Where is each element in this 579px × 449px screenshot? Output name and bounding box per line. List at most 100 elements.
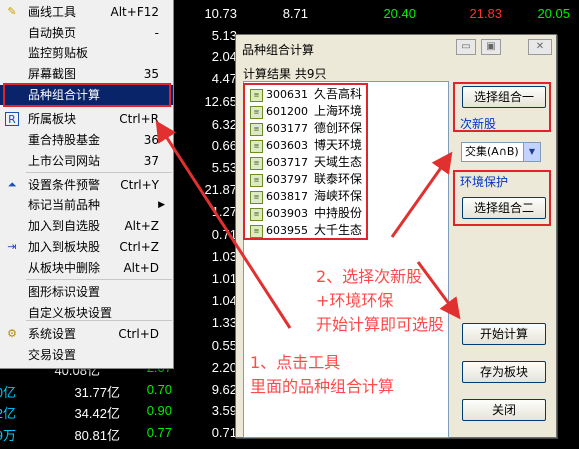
menu-item[interactable]: R 所属板块 Ctrl+R [0,109,173,129]
grid-cell: 0.71 [211,425,237,440]
menu-item-label: 所属板块 [28,112,77,126]
submenu-arrow-icon: ▶ [158,200,165,210]
menu-item-label: 加入到板块股 [28,240,101,254]
select-group1-button[interactable]: 选择组合一 [462,86,546,108]
menu-item-label: 图形标识设置 [28,285,101,299]
grid-cell: 0.70 [146,382,172,397]
menu-item-label: 屏幕截图 [28,67,77,81]
menu-item[interactable]: ⇥ 加入到板块股 Ctrl+Z [0,237,173,257]
grid-cell: 10.73 [204,6,237,21]
grid-cell: 1.04 [211,293,237,308]
grid-cell: 0.66 [211,138,237,153]
menu-item-label: 监控剪贴板 [28,46,89,60]
result-highlight-box [243,83,368,240]
grid-cell: 20.40 [383,6,416,21]
tools-context-menu: ✎ 画线工具 Alt+F12 自动换页 - 监控剪贴板 屏幕截图 35 品种组合计算 R 所属板块 C… [0,0,174,369]
select-group2-button[interactable]: 选择组合二 [462,197,546,219]
add-block-icon: ⇥ [7,240,17,253]
grid-cell: 3.59 [211,403,237,418]
alert-up-icon: ⏶ [7,178,17,191]
step2-text-line2: +环境环保 [316,291,394,310]
chevron-down-icon[interactable]: ▼ [523,143,540,161]
menu-item[interactable]: ✎ 画线工具 Alt+F12 [0,2,173,22]
menu-item-shortcut: 35 [143,67,159,81]
grid-cell: 4.47 [211,71,237,86]
menu-item[interactable]: 监控剪贴板 [0,43,173,63]
grid-cell: 9.62 [211,382,237,397]
grid-cell: 80.81亿 [74,428,120,443]
menu-item-label: 加入到自选股 [28,219,101,233]
menu-item[interactable]: ⏶ 设置条件预警 Ctrl+Y [0,175,173,195]
grid-cell: 21.83 [469,6,502,21]
menu-item[interactable]: 交易设置 [0,345,173,365]
grid-cell: 00亿 [0,385,16,400]
menu-item-label: 系统设置 [28,327,77,341]
menu-item-label: 上市公司网站 [28,154,101,168]
menu-item-label: 从板块中删除 [28,261,101,275]
step2-text-line1: 2、选择次新股 [316,267,423,286]
menu-highlight-box [3,83,171,107]
grid-cell: 12.65 [204,94,237,109]
step1-text-line2: 里面的品种组合计算 [250,377,395,396]
menu-item-label: 自动换页 [28,26,77,40]
menu-item[interactable]: 上市公司网站 37 [0,151,173,171]
menu-item-shortcut: Alt+F12 [110,5,159,19]
menu-item[interactable]: 图形标识设置 [0,282,173,302]
menu-item[interactable]: ⚙ 系统设置 Ctrl+D [0,324,173,344]
menu-item[interactable]: 从板块中删除 Alt+D [0,258,173,278]
grid-cell: 21.87 [204,182,237,197]
combine-mode-select[interactable]: 交集(A∩B) ▼ [461,142,541,162]
grid-cell: 19万 [0,428,16,443]
menu-item-shortcut: Alt+D [123,261,159,275]
grid-cell: 6.32 [211,117,237,132]
step1-text-line1: 1、点击工具 [250,353,341,372]
result-count-label: 计算结果 共9只 [243,67,327,81]
menu-item-shortcut: Ctrl+Z [119,240,159,254]
grid-cell: 8.71 [282,6,308,21]
menu-item-label: 画线工具 [28,5,77,19]
r-icon: R [5,112,19,126]
grid-cell: 2.20 [211,360,237,375]
menu-item-shortcut: Ctrl+Y [120,178,159,192]
grid-cell: 1.27 [211,204,237,219]
menu-item[interactable]: 屏幕截图 35 [0,64,173,84]
menu-separator [26,279,172,280]
menu-item-label: 重合持股基金 [28,133,101,147]
menu-item-shortcut: Ctrl+D [118,327,159,341]
grid-cell: 0.71 [211,227,237,242]
menu-separator [26,320,172,321]
combine-mode-value: 交集(A∩B) [465,145,519,158]
grid-cell: 0.90 [146,403,172,418]
menu-item-shortcut: Ctrl+R [119,112,159,126]
menu-separator [26,172,172,173]
start-calc-button[interactable]: 开始计算 [462,323,546,345]
menu-item-shortcut: 37 [143,154,159,168]
group1-value: 次新股 [460,117,497,131]
pencil-icon: ✎ [7,5,17,18]
step2-text-line3: 开始计算即可选股 [316,315,445,334]
grid-cell: 34.42亿 [74,406,120,421]
grid-cell: 0.55 [211,338,237,353]
menu-item-shortcut: Alt+Z [124,219,159,233]
grid-cell: 1.33 [211,315,237,330]
dialog-title: 品种组合计算 [242,43,315,57]
grid-cell: 0.77 [146,425,172,440]
grid-cell: 1.03 [211,249,237,264]
minimize-icon[interactable]: ▭ [456,39,476,55]
menu-item[interactable]: 自动换页 - [0,23,173,43]
gear-icon: ⚙ [7,327,17,340]
menu-item[interactable]: 加入到自选股 Alt+Z [0,216,173,236]
menu-item-label: 标记当前品种 [28,198,101,212]
save-as-block-button[interactable]: 存为板块 [462,361,546,383]
grid-cell: 2.04 [211,49,237,64]
maximize-icon[interactable]: ▣ [481,39,501,55]
menu-item[interactable]: 重合持股基金 36 [0,130,173,150]
group2-value: 环境保护 [460,175,509,189]
menu-item-shortcut: - [154,26,159,40]
menu-item[interactable]: 标记当前品种 ▶ [0,195,173,215]
menu-item-label: 设置条件预警 [28,178,101,192]
close-icon[interactable]: ✕ [528,39,552,55]
close-button[interactable]: 关闭 [462,399,546,421]
grid-cell: 5.13 [211,28,237,43]
grid-cell: 31.77亿 [74,385,120,400]
